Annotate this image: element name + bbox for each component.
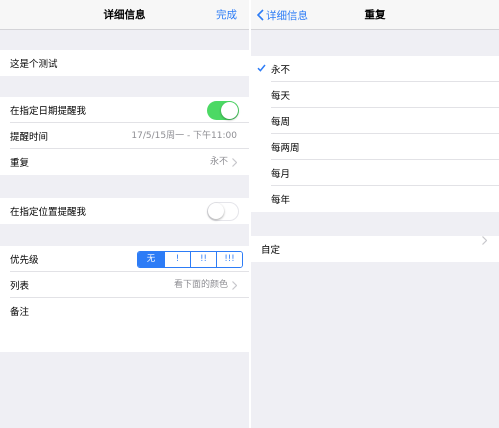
- option-yearly[interactable]: 每年: [251, 186, 499, 212]
- option-label: 每周: [271, 117, 291, 128]
- priority-high-segment[interactable]: !!!: [216, 252, 242, 267]
- remind-date-row: 在指定日期提醒我: [0, 97, 249, 123]
- nav-bar: 详细信息 重复: [251, 0, 499, 30]
- priority-none-segment[interactable]: 无: [138, 252, 164, 267]
- priority-segmented-control: 无 ! !! !!!: [137, 251, 243, 268]
- repeat-label: 重复: [10, 158, 30, 169]
- option-label: 每天: [271, 91, 291, 102]
- priority-label: 优先级: [10, 255, 39, 266]
- notes-row[interactable]: 备注: [0, 298, 249, 324]
- remind-time-value: 17/5/15周一 - 下午11:00: [131, 131, 237, 141]
- repeat-screen: 详细信息 重复 永不 每天 每周 每两周 每月 每年 自定: [251, 0, 499, 428]
- priority-low-segment[interactable]: !: [164, 252, 190, 267]
- custom-group: 自定: [251, 236, 499, 262]
- details-group: 优先级 无 ! !! !!! 列表 看下面的颜色 备注: [0, 246, 249, 352]
- remind-time-label: 提醒时间: [10, 132, 49, 143]
- nav-title: 详细信息: [103, 9, 146, 21]
- remind-location-row: 在指定位置提醒我: [0, 198, 249, 224]
- reminder-title-text: 这是个测试: [10, 59, 58, 70]
- list-value: 看下面的颜色: [173, 280, 228, 290]
- repeat-row[interactable]: 重复 永不: [0, 149, 249, 175]
- title-group: 这是个测试: [0, 50, 249, 76]
- option-label: 每年: [271, 195, 291, 206]
- option-daily[interactable]: 每天: [251, 82, 499, 108]
- remind-date-toggle[interactable]: [207, 101, 239, 120]
- priority-row: 优先级 无 ! !! !!!: [0, 246, 249, 272]
- location-group: 在指定位置提醒我: [0, 198, 249, 224]
- remind-location-toggle[interactable]: [207, 202, 239, 221]
- nav-title: 重复: [364, 9, 386, 21]
- done-button[interactable]: 完成: [216, 0, 237, 30]
- option-label: 永不: [271, 65, 291, 76]
- chevron-right-icon: [482, 236, 487, 245]
- custom-label: 自定: [261, 245, 281, 256]
- option-monthly[interactable]: 每月: [251, 160, 499, 186]
- detail-screen: 详细信息 完成 这是个测试 在指定日期提醒我 提醒时间 17/5/15周一 - …: [0, 0, 249, 428]
- remind-location-label: 在指定位置提醒我: [10, 207, 87, 218]
- repeat-options-group: 永不 每天 每周 每两周 每月 每年: [251, 56, 499, 212]
- list-label: 列表: [10, 281, 30, 292]
- remind-date-label: 在指定日期提醒我: [10, 106, 87, 117]
- checkmark-icon: [257, 64, 266, 72]
- remind-time-row[interactable]: 提醒时间 17/5/15周一 - 下午11:00: [0, 123, 249, 149]
- option-label: 每月: [271, 169, 291, 180]
- nav-bar: 详细信息 完成: [0, 0, 249, 30]
- custom-row[interactable]: 自定: [251, 236, 499, 262]
- option-biweekly[interactable]: 每两周: [251, 134, 499, 160]
- chevron-right-icon: [232, 280, 237, 290]
- list-row[interactable]: 列表 看下面的颜色: [0, 272, 249, 298]
- toggle-knob: [208, 203, 224, 219]
- option-weekly[interactable]: 每周: [251, 108, 499, 134]
- toggle-knob: [221, 102, 238, 119]
- chevron-right-icon: [232, 157, 237, 167]
- date-group: 在指定日期提醒我 提醒时间 17/5/15周一 - 下午11:00 重复 永不: [0, 97, 249, 175]
- priority-medium-segment[interactable]: !!: [190, 252, 216, 267]
- repeat-value: 永不: [209, 157, 228, 167]
- reminder-title-field[interactable]: 这是个测试: [0, 50, 249, 76]
- option-never[interactable]: 永不: [251, 56, 499, 82]
- notes-label: 备注: [10, 307, 30, 318]
- option-label: 每两周: [271, 143, 300, 154]
